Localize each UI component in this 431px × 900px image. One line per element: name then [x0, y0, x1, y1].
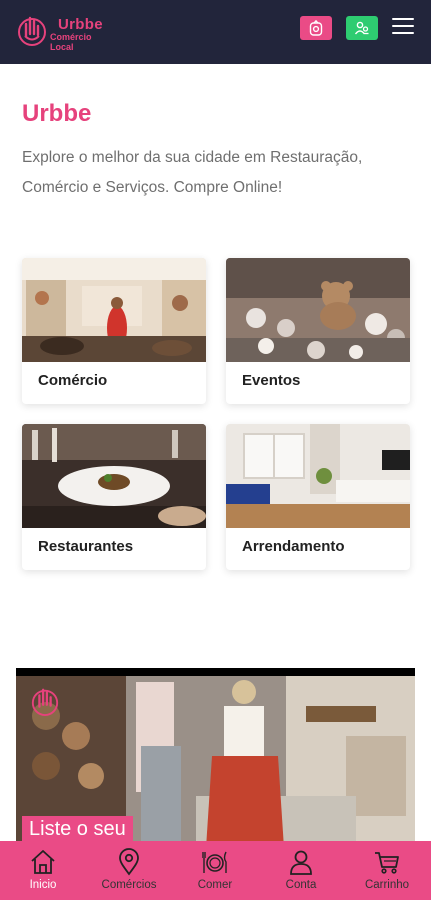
nav-item-comer[interactable]: Comer: [172, 841, 258, 900]
user-badge-icon: [309, 20, 323, 36]
nav-label: Conta: [285, 879, 317, 891]
app-logo[interactable]: Urbbe Comércio Local: [14, 10, 114, 52]
bottom-navigation: Inicio Comércios Comer Conta Carrinho: [0, 841, 431, 900]
promo-banner[interactable]: Liste o seu: [16, 668, 415, 848]
category-label: Comércio: [38, 372, 108, 389]
nav-label: Comer: [197, 879, 233, 891]
home-icon: [31, 850, 55, 874]
page-title: Urbbe: [22, 100, 92, 127]
nav-item-comercios[interactable]: Comércios: [86, 841, 172, 900]
banner-logo-icon: [31, 688, 59, 716]
logo-subtitle: Comércio Local: [50, 32, 92, 52]
logo-title: Urbbe: [58, 16, 103, 33]
dish-icon: [202, 851, 227, 873]
category-card-restaurantes[interactable]: Restaurantes: [22, 424, 206, 570]
logo-hand-icon: [18, 16, 46, 46]
nav-item-carrinho[interactable]: Carrinho: [344, 841, 430, 900]
intro-description: Explore o melhor da sua cidade em Restau…: [22, 149, 363, 196]
category-label: Arrendamento: [242, 538, 345, 555]
users-icon: [354, 21, 369, 35]
restaurant-photo: [22, 424, 206, 528]
teddy-bears-photo: [226, 258, 410, 362]
nav-label: Comércios: [101, 879, 157, 891]
users-button[interactable]: [346, 16, 378, 40]
map-pin-icon: [119, 848, 139, 876]
nav-item-inicio[interactable]: Inicio: [0, 841, 86, 900]
category-card-comercio[interactable]: Comércio: [22, 258, 206, 404]
living-room-photo: [226, 424, 410, 528]
user-icon: [290, 850, 312, 875]
category-label: Restaurantes: [38, 538, 134, 555]
category-card-arrendamento[interactable]: Arrendamento: [226, 424, 410, 570]
cart-icon: [375, 852, 399, 874]
category-label: Eventos: [242, 372, 301, 389]
category-card-eventos[interactable]: Eventos: [226, 258, 410, 404]
nav-item-conta[interactable]: Conta: [258, 841, 344, 900]
banner-caption: Liste o seu: [22, 816, 133, 842]
nav-label: Carrinho: [364, 879, 410, 891]
nav-label: Inicio: [29, 879, 57, 891]
top-header: Urbbe Comércio Local: [0, 0, 431, 64]
hamburger-menu-icon[interactable]: [392, 18, 414, 36]
shop-photo: [22, 258, 206, 362]
account-badge-button[interactable]: [300, 16, 332, 40]
